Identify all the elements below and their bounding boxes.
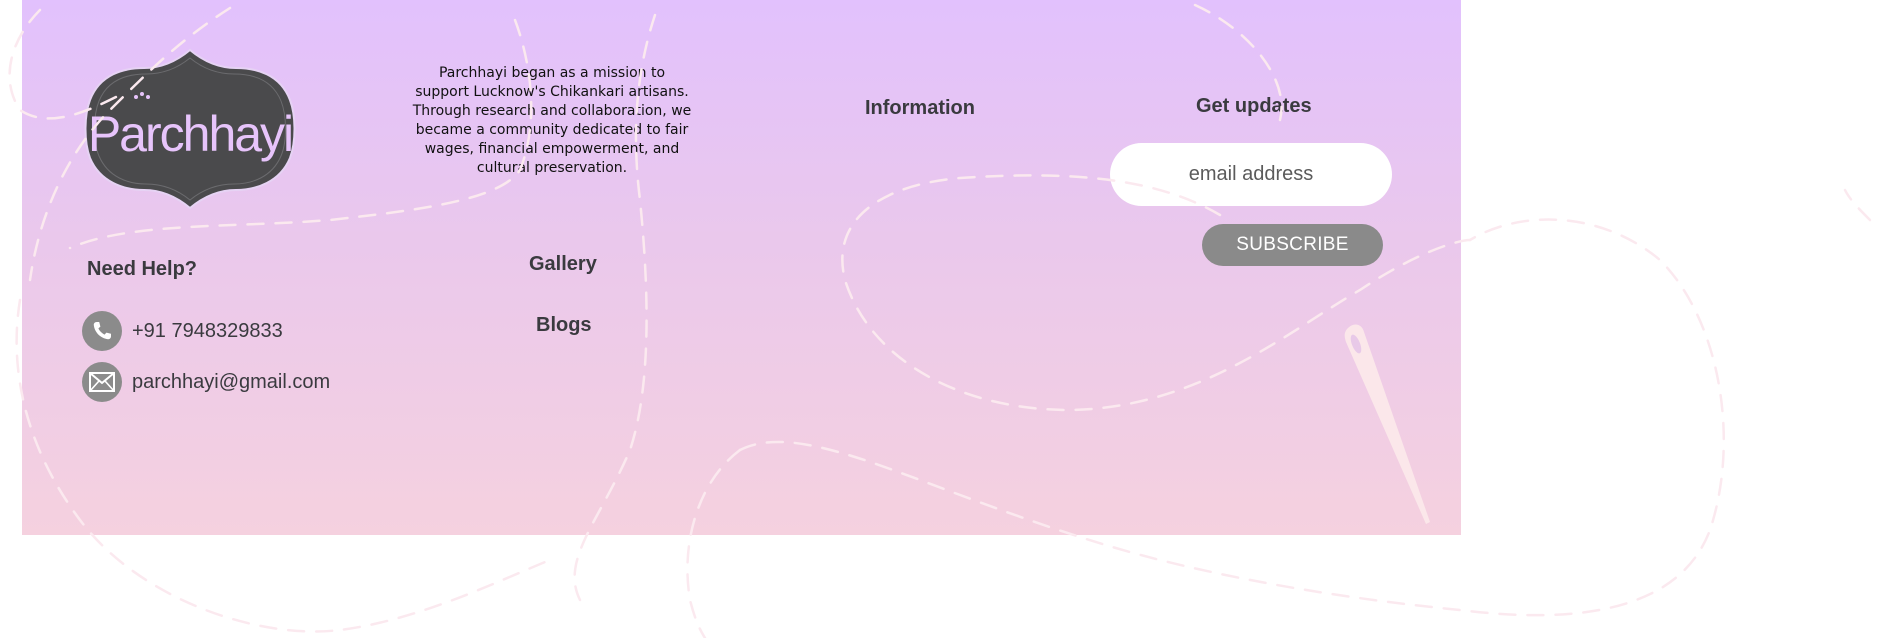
email-contact[interactable]: parchhayi@gmail.com <box>82 362 330 402</box>
brand-logo[interactable]: Parchhayi <box>82 48 298 210</box>
email-input[interactable] <box>1110 143 1392 206</box>
phone-icon <box>82 311 122 351</box>
about-text: Parchhayi began as a mission to support … <box>412 65 692 176</box>
information-heading: Information <box>865 97 975 119</box>
logo-wordmark: Parchhayi <box>88 106 292 162</box>
subscribe-button[interactable]: SUBSCRIBE <box>1202 224 1383 266</box>
email-address: parchhayi@gmail.com <box>132 370 331 393</box>
footer: Parchhayi Parchhayi began as a mission t… <box>22 0 1461 535</box>
phone-number: +91 7948329833 <box>132 319 283 342</box>
phone-contact[interactable]: +91 7948329833 <box>82 311 283 351</box>
needle-icon <box>1344 324 1430 524</box>
nav-link-blogs[interactable]: Blogs <box>536 314 592 337</box>
envelope-icon <box>82 362 122 402</box>
nav-link-gallery[interactable]: Gallery <box>529 253 597 276</box>
get-updates-heading: Get updates <box>1196 95 1312 117</box>
need-help-heading: Need Help? <box>87 258 198 280</box>
